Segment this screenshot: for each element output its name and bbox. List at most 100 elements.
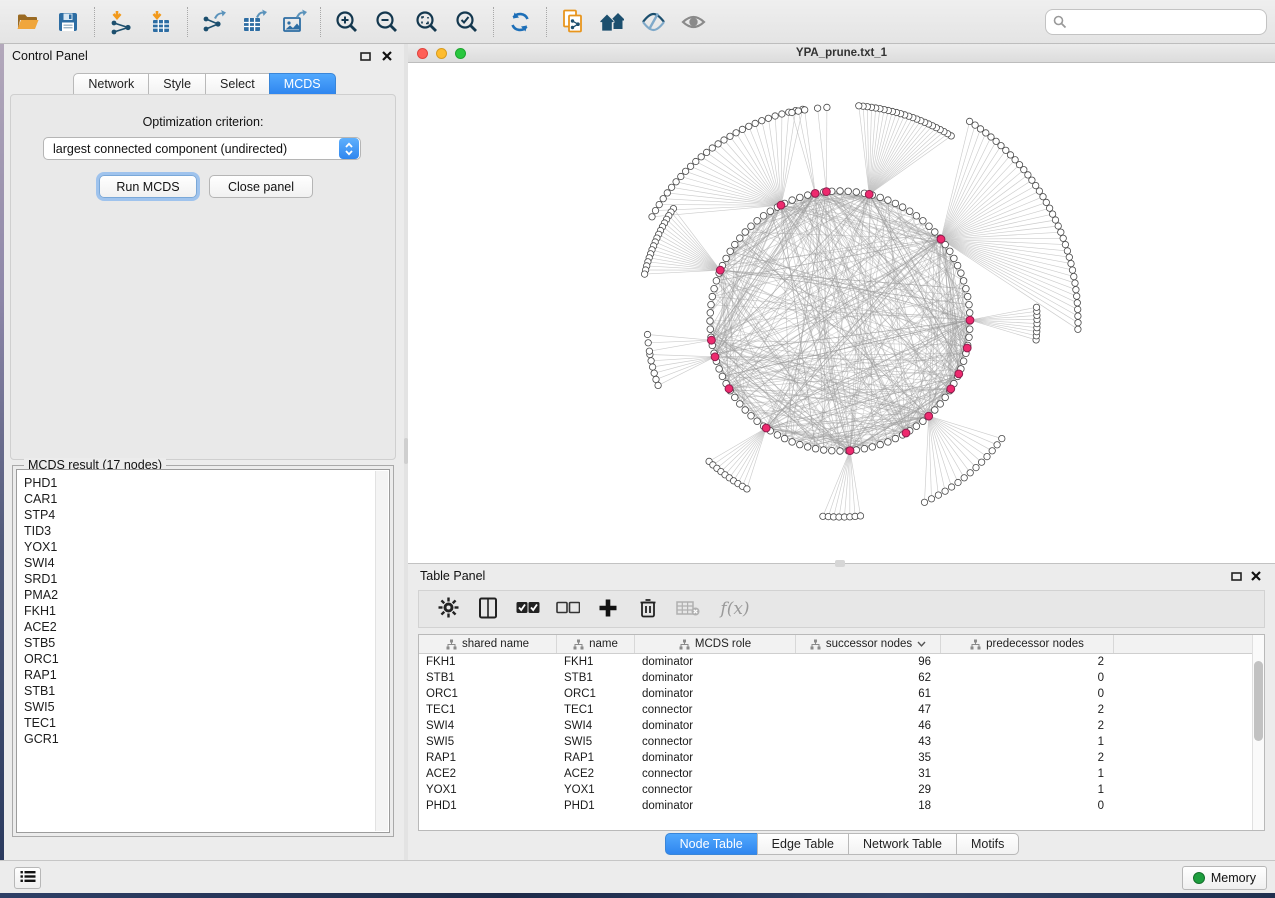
network-leaf-node[interactable] xyxy=(789,109,795,115)
network-ring-node[interactable] xyxy=(707,318,714,325)
open-file-button[interactable] xyxy=(8,4,48,40)
network-leaf-node[interactable] xyxy=(928,496,934,502)
network-leaf-node[interactable] xyxy=(1068,260,1074,266)
network-leaf-node[interactable] xyxy=(752,120,758,126)
delete-rows-button[interactable] xyxy=(633,594,663,624)
network-leaf-node[interactable] xyxy=(966,118,972,124)
network-ring-node[interactable] xyxy=(966,326,973,333)
clone-network-button[interactable] xyxy=(553,4,593,40)
table-row[interactable]: SWI4SWI4dominator462 xyxy=(419,718,1264,734)
network-leaf-node[interactable] xyxy=(824,104,830,110)
network-ring-node[interactable] xyxy=(877,194,884,201)
close-panel-button[interactable]: Close panel xyxy=(209,175,313,198)
network-leaf-node[interactable] xyxy=(1043,199,1049,205)
network-ring-node[interactable] xyxy=(861,445,868,452)
network-ring-node[interactable] xyxy=(951,255,958,262)
hide-selected-button[interactable] xyxy=(633,4,673,40)
table-row[interactable]: RAP1RAP1dominator352 xyxy=(419,750,1264,766)
network-mcds-node[interactable] xyxy=(937,235,945,243)
network-leaf-node[interactable] xyxy=(648,358,654,364)
task-history-button[interactable] xyxy=(14,867,41,889)
network-ring-node[interactable] xyxy=(913,213,920,220)
network-ring-node[interactable] xyxy=(958,270,965,277)
mcds-result-item[interactable]: SWI5 xyxy=(24,699,389,715)
network-leaf-node[interactable] xyxy=(655,382,661,388)
network-leaf-node[interactable] xyxy=(978,459,984,465)
network-canvas[interactable] xyxy=(408,63,1275,563)
column-header-shared-name[interactable]: shared name xyxy=(419,635,557,653)
network-ring-node[interactable] xyxy=(716,366,723,373)
network-mcds-node[interactable] xyxy=(963,344,971,352)
network-leaf-node[interactable] xyxy=(698,154,704,160)
network-leaf-node[interactable] xyxy=(668,184,674,190)
network-leaf-node[interactable] xyxy=(1066,254,1072,260)
network-ring-node[interactable] xyxy=(966,310,973,317)
network-leaf-node[interactable] xyxy=(779,111,785,117)
network-leaf-node[interactable] xyxy=(641,271,647,277)
network-ring-node[interactable] xyxy=(812,445,819,452)
table-row[interactable]: ORC1ORC1dominator610 xyxy=(419,686,1264,702)
network-leaf-node[interactable] xyxy=(989,448,995,454)
network-leaf-node[interactable] xyxy=(1049,211,1055,217)
table-row[interactable]: TEC1TEC1connector472 xyxy=(419,702,1264,718)
network-leaf-node[interactable] xyxy=(703,149,709,155)
network-ring-node[interactable] xyxy=(742,407,749,414)
network-window-titlebar[interactable]: YPA_prune.txt_1 xyxy=(408,44,1275,63)
table-row[interactable]: STB1STB1dominator620 xyxy=(419,670,1264,686)
table-panel-float-button[interactable] xyxy=(1227,568,1245,584)
network-mcds-node[interactable] xyxy=(708,336,716,344)
network-leaf-node[interactable] xyxy=(1074,300,1080,306)
column-header-predecessor-nodes[interactable]: predecessor nodes xyxy=(941,635,1114,653)
network-mcds-node[interactable] xyxy=(846,447,854,455)
zoom-in-button[interactable] xyxy=(327,4,367,40)
tab-mcds[interactable]: MCDS xyxy=(269,73,336,95)
network-ring-node[interactable] xyxy=(964,293,971,300)
network-ring-node[interactable] xyxy=(737,401,744,408)
network-ring-node[interactable] xyxy=(707,326,714,333)
network-leaf-node[interactable] xyxy=(1060,235,1066,241)
network-ring-node[interactable] xyxy=(920,218,927,225)
network-leaf-node[interactable] xyxy=(682,168,688,174)
zoom-selected-button[interactable] xyxy=(447,4,487,40)
zoom-out-button[interactable] xyxy=(367,4,407,40)
network-leaf-node[interactable] xyxy=(744,486,750,492)
network-ring-node[interactable] xyxy=(789,197,796,204)
mcds-result-item[interactable]: GCR1 xyxy=(24,731,389,747)
network-leaf-node[interactable] xyxy=(1058,229,1064,235)
network-leaf-node[interactable] xyxy=(1074,293,1080,299)
network-leaf-node[interactable] xyxy=(733,130,739,136)
network-ring-node[interactable] xyxy=(760,213,767,220)
table-settings-button[interactable] xyxy=(433,594,463,624)
network-ring-node[interactable] xyxy=(709,293,716,300)
network-ring-node[interactable] xyxy=(942,394,949,401)
network-mcds-node[interactable] xyxy=(811,190,819,198)
network-leaf-node[interactable] xyxy=(721,137,727,143)
network-ring-node[interactable] xyxy=(829,447,836,454)
table-row[interactable]: PHD1PHD1dominator180 xyxy=(419,798,1264,814)
function-builder-button[interactable]: f(x) xyxy=(713,594,757,624)
export-table-button[interactable] xyxy=(234,4,274,40)
network-ring-node[interactable] xyxy=(732,241,739,248)
network-leaf-node[interactable] xyxy=(1040,194,1046,200)
network-ring-node[interactable] xyxy=(926,223,933,230)
tab-select[interactable]: Select xyxy=(205,73,270,95)
network-ring-node[interactable] xyxy=(877,441,884,448)
network-leaf-node[interactable] xyxy=(746,123,752,129)
table-row[interactable]: YOX1YOX1connector291 xyxy=(419,782,1264,798)
network-ring-node[interactable] xyxy=(820,447,827,454)
network-ring-node[interactable] xyxy=(869,444,876,451)
network-leaf-node[interactable] xyxy=(961,475,967,481)
search-input[interactable] xyxy=(1045,9,1267,35)
mcds-result-item[interactable]: STP4 xyxy=(24,507,389,523)
network-mcds-node[interactable] xyxy=(762,424,770,432)
column-header-name[interactable]: name xyxy=(557,635,635,653)
network-ring-node[interactable] xyxy=(966,301,973,308)
network-leaf-node[interactable] xyxy=(1071,273,1077,279)
table-panel-close-button[interactable] xyxy=(1247,568,1265,584)
network-leaf-node[interactable] xyxy=(709,145,715,151)
network-mcds-node[interactable] xyxy=(902,429,910,437)
network-leaf-node[interactable] xyxy=(999,435,1005,441)
network-leaf-node[interactable] xyxy=(1075,306,1081,312)
network-leaf-node[interactable] xyxy=(645,340,651,346)
mcds-result-item[interactable]: CAR1 xyxy=(24,491,389,507)
